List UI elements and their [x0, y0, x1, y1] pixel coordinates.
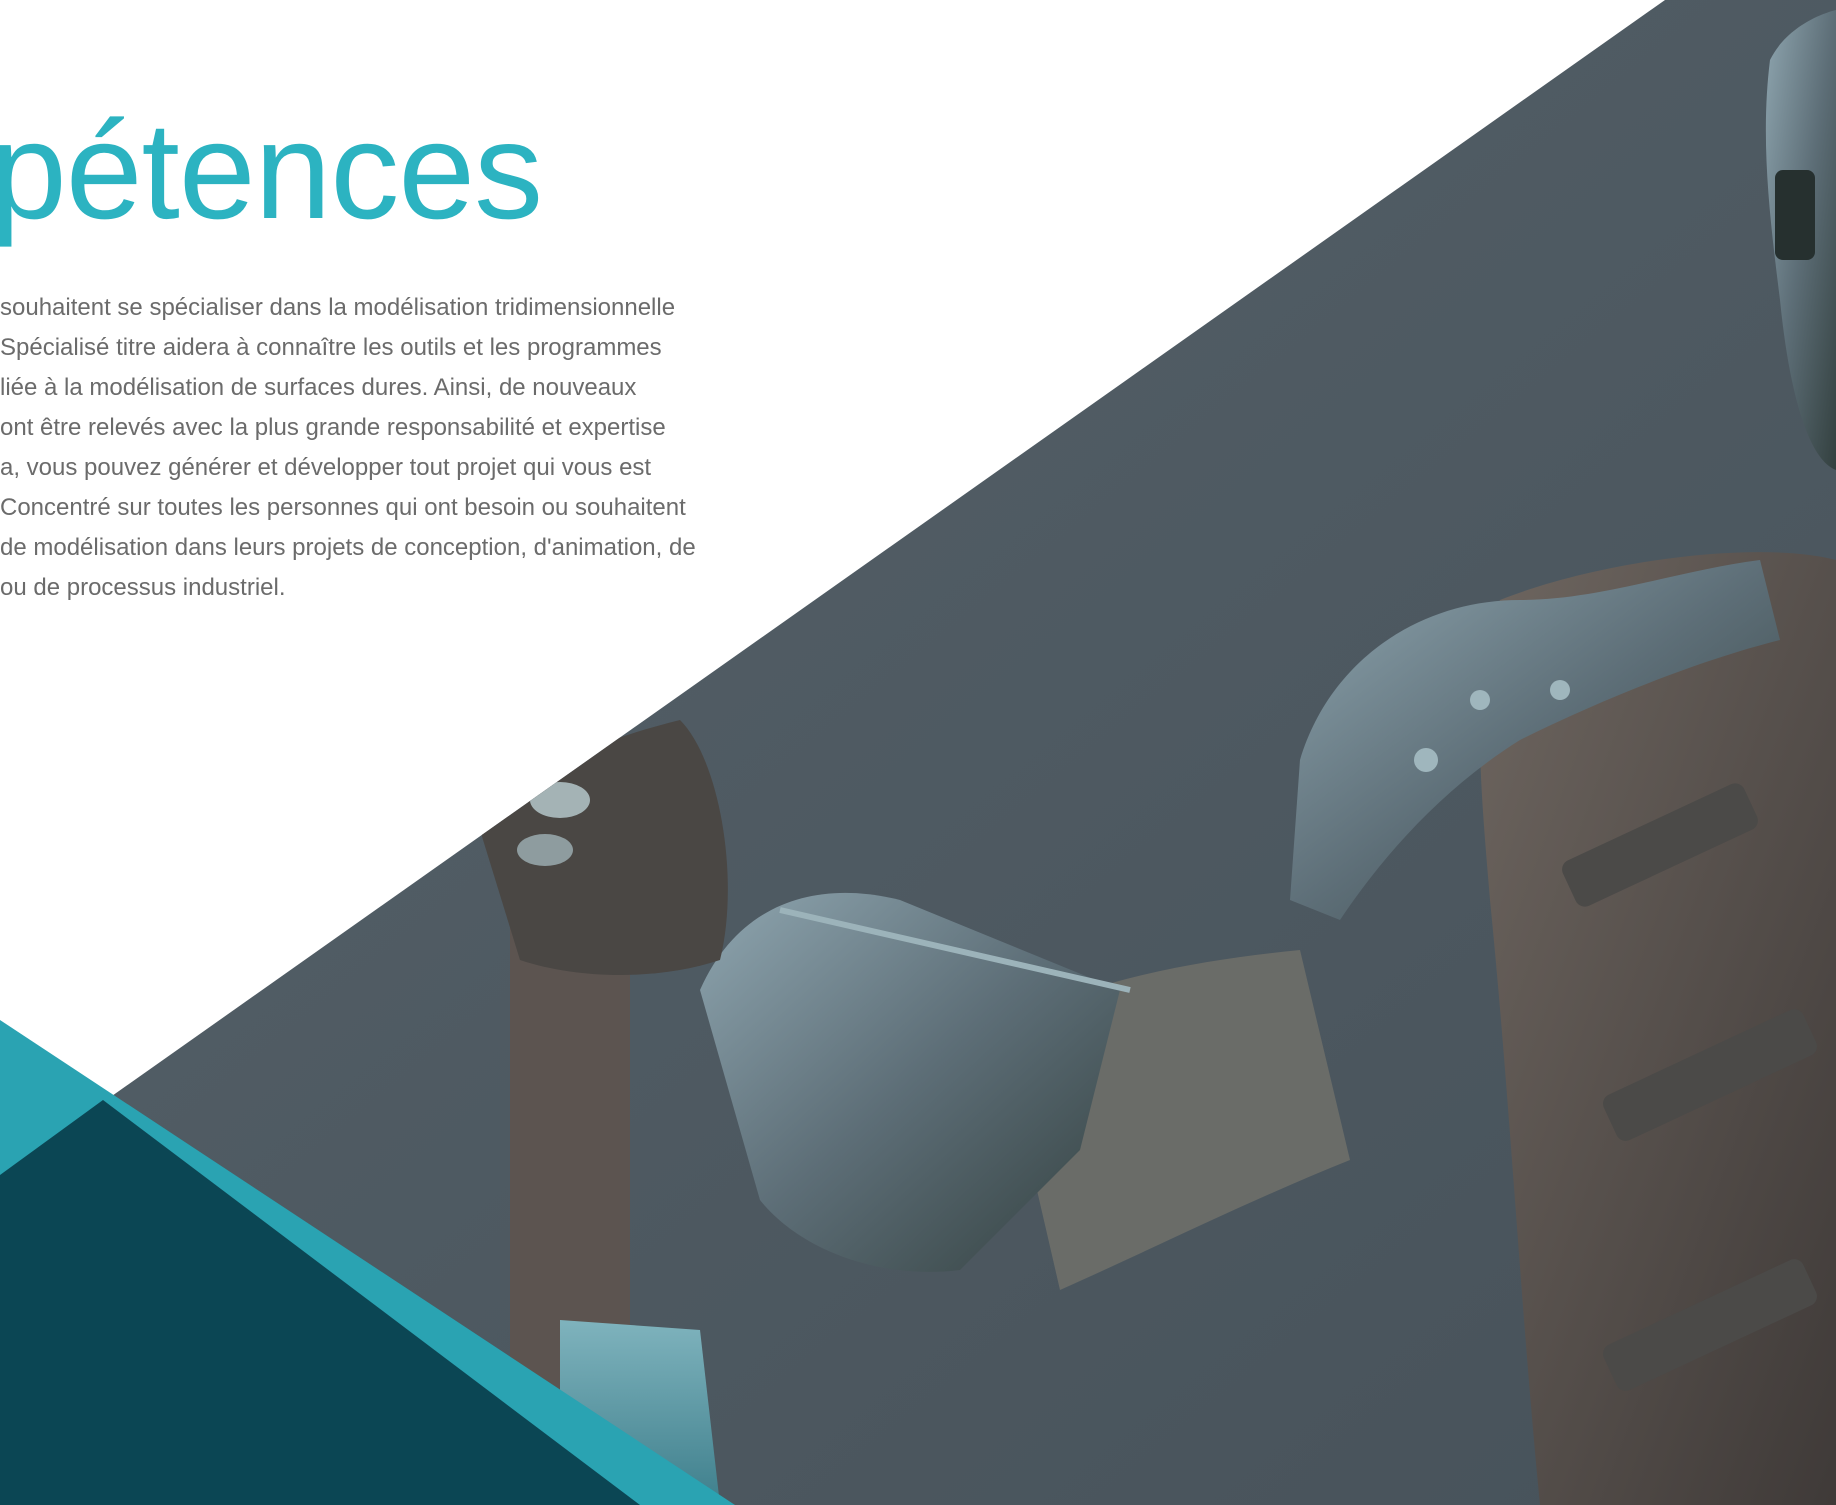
description-line: souhaitent se spécialiser dans la modéli… [0, 294, 676, 321]
description-line: ont être relevés avec la plus grande res… [0, 414, 666, 441]
page: pétences souhaitent se spécialiser dans … [0, 0, 1836, 1505]
description-line: a, vous pouvez générer et développer tou… [0, 454, 652, 481]
description-line: Spécialisé titre aidera à connaître les … [0, 334, 662, 361]
description-line: liée à la modélisation de surfaces dures… [0, 374, 637, 401]
gauntlet-shape [480, 720, 728, 975]
description-line: Concentré sur toutes les personnes qui o… [0, 494, 686, 521]
page-title: pétences [0, 94, 543, 248]
description-line: de modélisation dans leurs projets de co… [0, 534, 696, 561]
description: souhaitent se spécialiser dans la modéli… [0, 288, 740, 608]
description-line: ou de processus industriel. [0, 574, 286, 601]
